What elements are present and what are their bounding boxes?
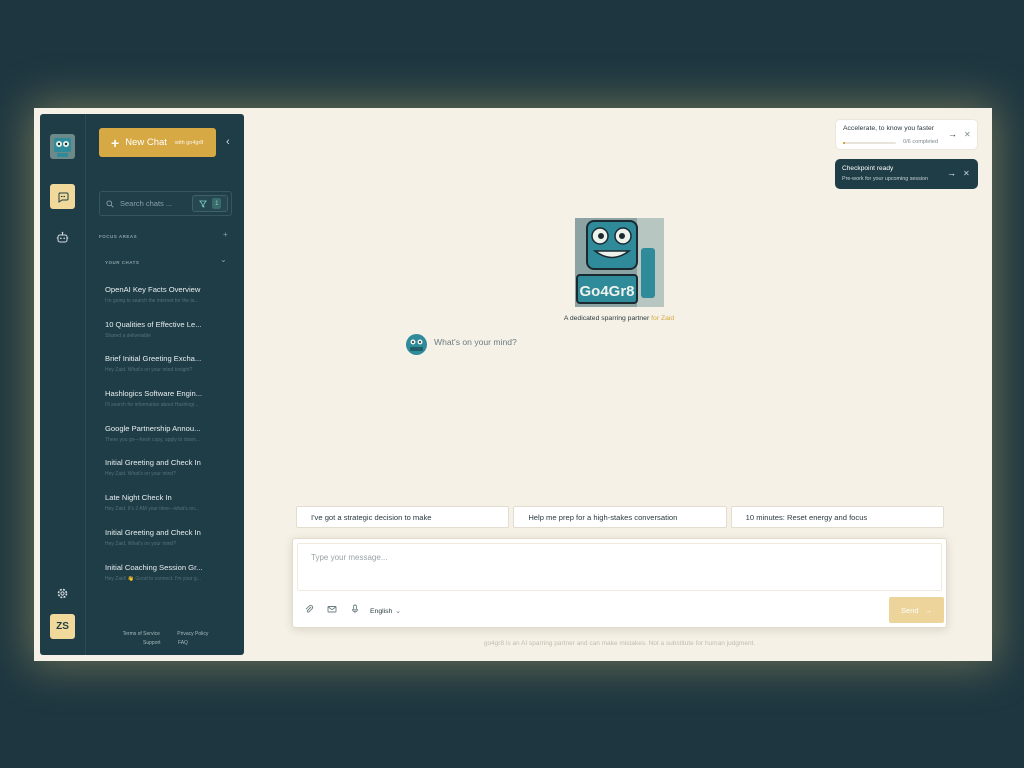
app-window: ZS + New Chat with go4gr8 ‹ 1 FOCUS AREA… — [34, 108, 992, 661]
chat-preview: Hey Zaid. What's on your mind? — [105, 540, 176, 547]
footer-links-row2: Support FAQ — [86, 640, 245, 646]
support-link[interactable]: Support — [143, 640, 161, 646]
close-icon[interactable]: ✕ — [964, 130, 971, 139]
chats-nav-button[interactable] — [50, 184, 75, 209]
chat-preview: Hey Zaid. What's on your mind tonight? — [105, 367, 193, 374]
chat-title: Brief Initial Greeting Excha... — [105, 354, 202, 364]
go4gr8-robot-logo: Go4Gr8 — [575, 218, 664, 307]
send-label: Send — [900, 605, 919, 615]
tagline-user: for Zaid — [651, 315, 675, 322]
empty-state-prompt: What's on your mind? — [434, 337, 517, 347]
arrow-right-icon: → — [924, 605, 933, 615]
search-box: 1 — [99, 191, 232, 216]
suggestion-chip[interactable]: 10 minutes: Reset energy and focus — [730, 506, 944, 528]
plus-icon: + — [111, 134, 120, 151]
settings-button[interactable] — [50, 581, 75, 606]
chat-title: Hashlogics Software Engin... — [105, 389, 203, 399]
message-composer: English ⌄ Send → — [292, 538, 947, 628]
collapse-sidebar-chevron-icon[interactable]: ‹ — [226, 136, 230, 148]
new-chat-sublabel: with go4gr8 — [174, 139, 204, 146]
footer-links-row1: Terms of Service Privacy Policy — [86, 631, 245, 637]
terms-link[interactable]: Terms of Service — [123, 631, 160, 637]
chat-title: Initial Greeting and Check In — [105, 527, 201, 537]
chat-preview: Shared a deliverable — [105, 332, 151, 339]
checkpoint-title: Checkpoint ready — [842, 165, 894, 172]
message-input[interactable] — [297, 543, 942, 591]
mail-icon[interactable] — [327, 604, 337, 614]
chat-list-item[interactable]: Brief Initial Greeting Excha... Hey Zaid… — [105, 354, 217, 389]
paperclip-icon[interactable] — [304, 604, 314, 614]
chat-preview: There you go—fresh copy, apply to down..… — [105, 436, 200, 443]
chevron-down-icon: ⌄ — [395, 608, 402, 615]
suggestion-chip[interactable]: Help me prep for a high-stakes conversat… — [513, 506, 727, 528]
filter-button[interactable]: 1 — [192, 195, 228, 212]
language-value: English — [370, 607, 393, 615]
arrow-right-icon[interactable]: → — [948, 129, 957, 139]
chat-list: OpenAI Key Facts Overview I'm going to s… — [105, 285, 217, 597]
logo-wordmark: Go4Gr8 — [579, 283, 634, 300]
chat-preview: I'm going to search the internet for the… — [105, 298, 199, 304]
chat-list-item[interactable]: Hashlogics Software Engin... I'll search… — [105, 389, 217, 424]
robot-logo-icon[interactable] — [50, 134, 75, 159]
chat-list-item[interactable]: OpenAI Key Facts Overview I'm going to s… — [105, 285, 217, 320]
robot-icon — [56, 231, 69, 243]
accelerate-progress-bar — [843, 142, 896, 144]
chat-bubble-icon — [58, 192, 68, 203]
send-button[interactable]: Send → — [889, 597, 944, 623]
user-avatar[interactable]: ZS — [50, 614, 75, 639]
filter-icon — [198, 200, 207, 208]
faq-link[interactable]: FAQ — [178, 640, 188, 646]
filter-count-badge: 1 — [212, 198, 222, 209]
chat-list-item[interactable]: Initial Greeting and Check In Hey Zaid. … — [105, 528, 217, 563]
tagline-prefix: A dedicated sparring partner — [563, 315, 650, 322]
chat-title: Initial Coaching Session Gr... — [105, 562, 203, 572]
add-focus-area-plus-icon[interactable]: + — [223, 230, 228, 239]
chat-preview: Hey Zaid! 👋 Good to connect. I'm your g.… — [105, 575, 201, 582]
chat-title: Initial Greeting and Check In — [105, 458, 201, 468]
icon-rail: ZS — [40, 114, 85, 655]
search-icon — [106, 199, 114, 208]
language-select[interactable]: English ⌄ — [370, 607, 402, 616]
chat-list-item[interactable]: Late Night Check In Hey Zaid. It's 2 AM … — [105, 493, 217, 528]
chat-title: OpenAI Key Facts Overview — [105, 285, 201, 294]
chat-title: Late Night Check In — [105, 493, 172, 503]
collapse-chats-chevron-down-icon[interactable]: ⌄ — [220, 255, 227, 264]
arrow-right-icon[interactable]: → — [947, 168, 956, 178]
chat-preview: I'll search for information about Hashlo… — [105, 402, 199, 409]
assistant-avatar — [406, 334, 427, 355]
new-chat-button[interactable]: + New Chat with go4gr8 — [99, 128, 216, 157]
privacy-link[interactable]: Privacy Policy — [177, 631, 208, 637]
chat-preview: Hey Zaid. It's 2 AM your time—what's on.… — [105, 506, 199, 513]
gear-icon — [57, 588, 68, 599]
chat-list-item[interactable]: 10 Qualities of Effective Le... Shared a… — [105, 320, 217, 355]
checkpoint-subtitle: Pre-work for your upcoming session — [842, 176, 928, 182]
accelerate-card[interactable]: Accelerate, to know you faster 0/6 compl… — [835, 119, 978, 150]
microphone-icon[interactable] — [350, 604, 360, 614]
suggestion-chips: I've got a strategic decision to make He… — [296, 506, 944, 528]
your-chats-label: YOUR CHATS — [105, 260, 140, 265]
search-input[interactable] — [120, 199, 186, 208]
tagline: A dedicated sparring partner for Zaid — [469, 315, 769, 322]
new-chat-label: New Chat — [125, 137, 167, 148]
chat-sidebar: + New Chat with go4gr8 ‹ 1 FOCUS AREAS +… — [85, 114, 244, 655]
accelerate-progress-text: 0/6 completed — [903, 139, 939, 145]
disclaimer-text: go4gr8 is an AI sparring partner and can… — [483, 640, 756, 647]
chat-list-item[interactable]: Initial Coaching Session Gr... Hey Zaid!… — [105, 563, 217, 598]
agent-nav-button[interactable] — [50, 225, 75, 250]
chat-list-item[interactable]: Initial Greeting and Check In Hey Zaid. … — [105, 458, 217, 493]
chat-title: 10 Qualities of Effective Le... — [105, 319, 202, 329]
accelerate-title: Accelerate, to know you faster — [843, 125, 935, 132]
chat-list-item[interactable]: Google Partnership Annou... There you go… — [105, 424, 217, 459]
chat-title: Google Partnership Annou... — [105, 423, 201, 433]
checkpoint-card[interactable]: Checkpoint ready Pre-work for your upcom… — [835, 159, 978, 189]
focus-areas-label: FOCUS AREAS — [99, 234, 138, 239]
suggestion-chip[interactable]: I've got a strategic decision to make — [296, 506, 510, 528]
close-icon[interactable]: ✕ — [963, 169, 970, 178]
chat-preview: Hey Zaid. What's on your mind? — [105, 471, 176, 478]
